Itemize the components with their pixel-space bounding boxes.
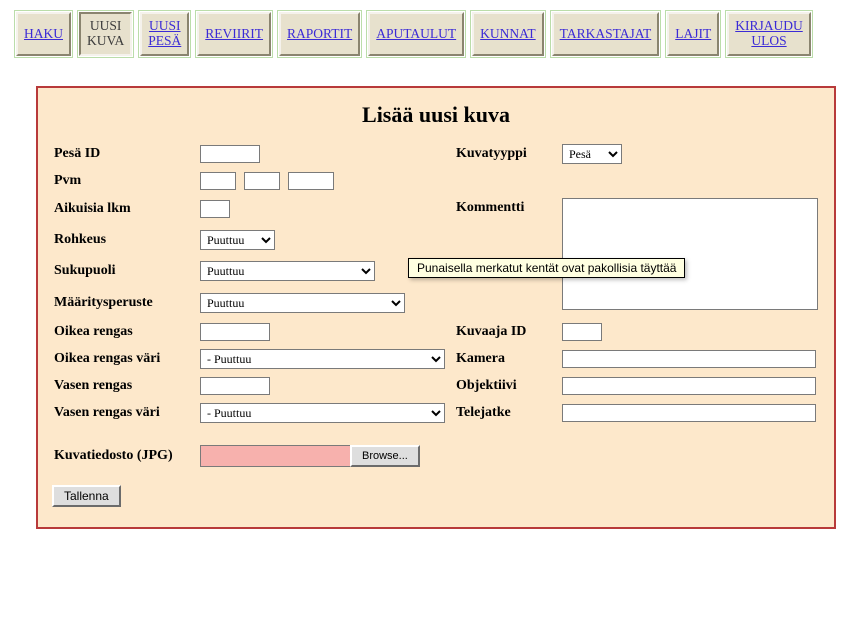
- select-kuvatyyppi[interactable]: Pesä: [562, 144, 622, 164]
- cell-kuvatiedosto: Browse...: [200, 445, 818, 467]
- nav-item-uusi-kuva-wrap: UUSI KUVA: [77, 10, 134, 58]
- select-vasen-rengas-vari[interactable]: - Puuttuu: [200, 403, 445, 423]
- nav-item-kirjaudu-ulos[interactable]: KIRJAUDU ULOS: [727, 12, 811, 56]
- label-aikuisia: Aikuisia lkm: [54, 201, 194, 217]
- nav-item-uusi-pesa-wrap: UUSI PESÄ: [138, 10, 191, 58]
- nav-item-tarkastajat[interactable]: TARKASTAJAT: [552, 12, 660, 56]
- cell-kamera: [562, 350, 818, 368]
- select-maaritysperuste[interactable]: Puuttuu: [200, 293, 405, 313]
- select-rohkeus[interactable]: Puuttuu: [200, 230, 275, 250]
- nav-item-tarkastajat-wrap: TARKASTAJAT: [550, 10, 662, 58]
- cell-oikea-rengas: [200, 323, 450, 341]
- input-oikea-rengas[interactable]: [200, 323, 270, 341]
- input-kuvaaja-id[interactable]: [562, 323, 602, 341]
- label-telejatke: Telejatke: [456, 405, 556, 421]
- nav-item-kirjaudu-ulos-wrap: KIRJAUDU ULOS: [725, 10, 813, 58]
- nav-item-raportit[interactable]: RAPORTIT: [279, 12, 360, 56]
- input-vasen-rengas[interactable]: [200, 377, 270, 395]
- label-oikea-rengas-vari: Oikea rengas väri: [54, 351, 194, 367]
- label-maaritysperuste: Määritysperuste: [54, 295, 194, 311]
- input-aikuisia[interactable]: [200, 200, 230, 218]
- input-pvm-month[interactable]: [244, 172, 280, 190]
- cell-kuvaaja-id: [562, 323, 818, 341]
- nav-item-aputaulut-wrap: APUTAULUT: [366, 10, 466, 58]
- required-fields-tooltip: Punaisella merkatut kentät ovat pakollis…: [408, 258, 685, 278]
- cell-aikuisia: [200, 200, 450, 218]
- cell-kuvatyyppi: Pesä: [562, 144, 818, 164]
- nav-item-haku-wrap: HAKU: [14, 10, 73, 58]
- page-title: Lisää uusi kuva: [54, 102, 818, 128]
- input-pvm-year[interactable]: [288, 172, 334, 190]
- browse-button[interactable]: Browse...: [350, 445, 420, 467]
- input-objektiivi[interactable]: [562, 377, 816, 395]
- label-vasen-rengas: Vasen rengas: [54, 378, 194, 394]
- label-kommentti: Kommentti: [456, 198, 556, 216]
- label-pesa-id: Pesä ID: [54, 146, 194, 162]
- cell-kommentti: [562, 198, 818, 315]
- nav-item-kunnat-wrap: KUNNAT: [470, 10, 546, 58]
- nav-item-aputaulut[interactable]: APUTAULUT: [368, 12, 464, 56]
- label-rohkeus: Rohkeus: [54, 232, 194, 248]
- label-sukupuoli: Sukupuoli: [54, 263, 194, 279]
- form-panel: Lisää uusi kuva Pesä ID Kuvatyyppi Pesä …: [36, 86, 836, 529]
- nav-item-lajit[interactable]: LAJIT: [667, 12, 719, 56]
- nav-item-uusi-kuva[interactable]: UUSI KUVA: [79, 12, 132, 56]
- nav-item-raportit-wrap: RAPORTIT: [277, 10, 362, 58]
- input-pvm-day[interactable]: [200, 172, 236, 190]
- form-grid: Pesä ID Kuvatyyppi Pesä Pvm Aikuisia lkm…: [54, 144, 818, 467]
- nav-item-haku[interactable]: HAKU: [16, 12, 71, 56]
- select-sukupuoli[interactable]: Puuttuu: [200, 261, 375, 281]
- input-pesa-id[interactable]: [200, 145, 260, 163]
- cell-oikea-rengas-vari: - Puuttuu: [200, 349, 450, 369]
- label-pvm: Pvm: [54, 173, 194, 189]
- cell-maaritysperuste: Puuttuu: [200, 293, 450, 313]
- cell-vasen-rengas: [200, 377, 450, 395]
- nav-item-reviirit-wrap: REVIIRIT: [195, 10, 273, 58]
- cell-vasen-rengas-vari: - Puuttuu: [200, 403, 450, 423]
- input-telejatke[interactable]: [562, 404, 816, 422]
- select-oikea-rengas-vari[interactable]: - Puuttuu: [200, 349, 445, 369]
- nav-item-kunnat[interactable]: KUNNAT: [472, 12, 544, 56]
- nav-item-uusi-pesa[interactable]: UUSI PESÄ: [140, 12, 189, 56]
- cell-rohkeus: Puuttuu: [200, 230, 450, 250]
- label-kuvaaja-id: Kuvaaja ID: [456, 324, 556, 340]
- save-button[interactable]: Tallenna: [52, 485, 121, 507]
- cell-pvm: [200, 172, 450, 190]
- input-kamera[interactable]: [562, 350, 816, 368]
- input-kuvatiedosto-path[interactable]: [200, 445, 350, 467]
- cell-objektiivi: [562, 377, 818, 395]
- label-kuvatiedosto: Kuvatiedosto (JPG): [54, 448, 194, 464]
- textarea-kommentti[interactable]: [562, 198, 818, 310]
- label-oikea-rengas: Oikea rengas: [54, 324, 194, 340]
- nav-item-lajit-wrap: LAJIT: [665, 10, 721, 58]
- label-kuvatyyppi: Kuvatyyppi: [456, 146, 556, 162]
- cell-telejatke: [562, 404, 818, 422]
- label-kamera: Kamera: [456, 351, 556, 367]
- top-nav: HAKU UUSI KUVA UUSI PESÄ REVIIRIT RAPORT…: [0, 0, 867, 58]
- nav-item-reviirit[interactable]: REVIIRIT: [197, 12, 271, 56]
- label-objektiivi: Objektiivi: [456, 378, 556, 394]
- cell-pesa-id: [200, 145, 450, 163]
- label-vasen-rengas-vari: Vasen rengas väri: [54, 405, 194, 421]
